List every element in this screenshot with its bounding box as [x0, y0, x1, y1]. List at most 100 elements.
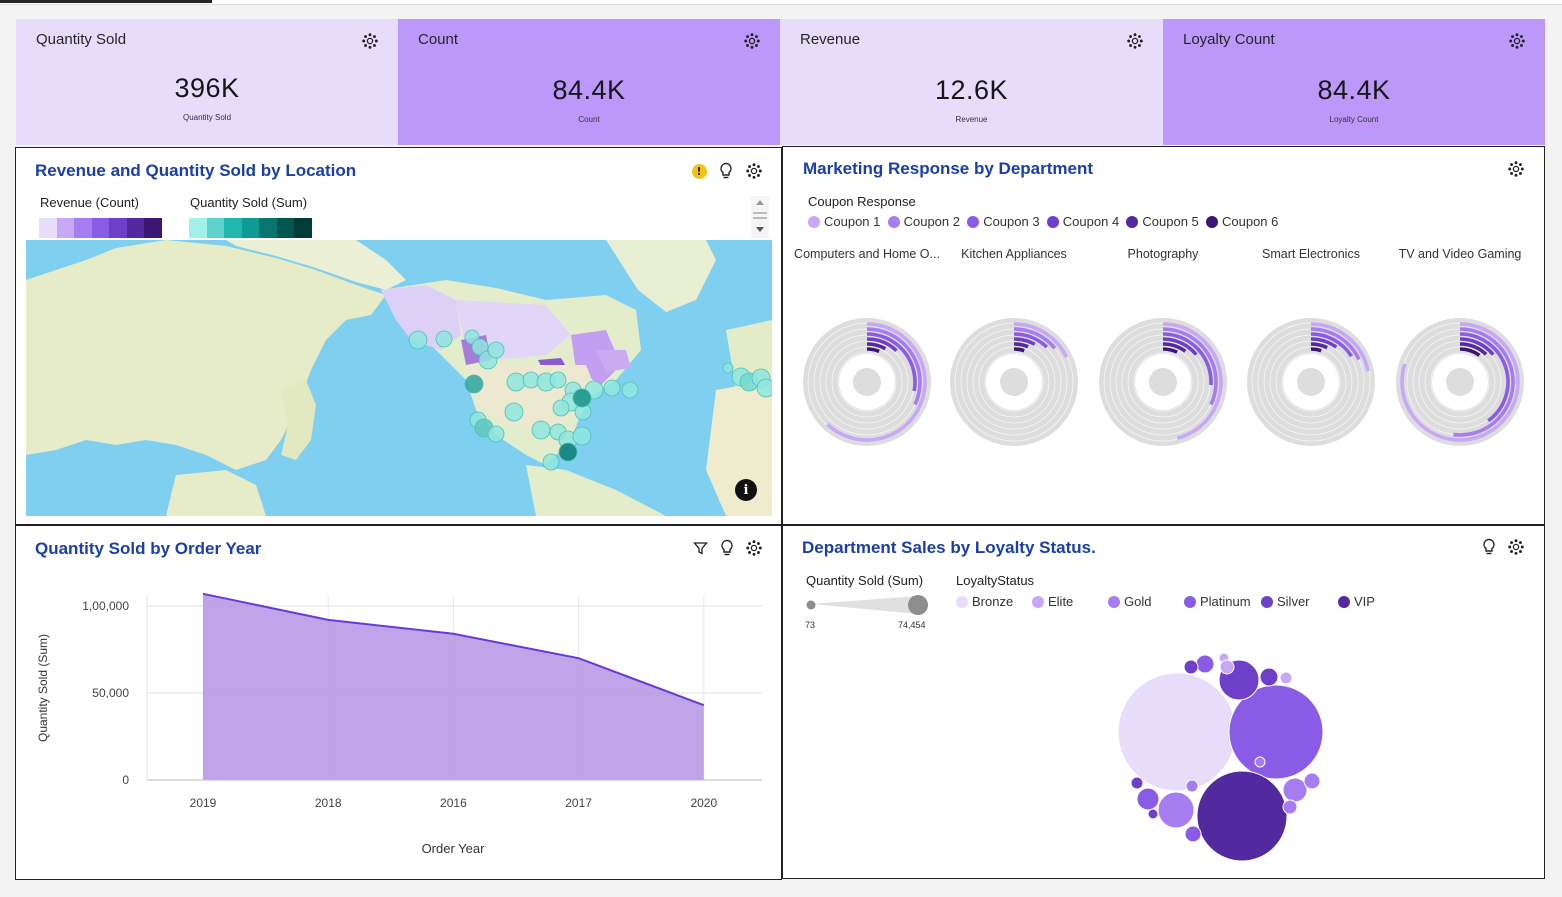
x-axis-title: Order Year	[422, 841, 486, 856]
coupon-legend-title: Coupon Response	[808, 194, 916, 209]
map-location-point[interactable]	[464, 374, 484, 394]
loyalty-legend-item[interactable]: Elite	[1032, 594, 1073, 609]
kpi-subtitle: Quantity Sold	[182, 113, 232, 122]
map-location-point[interactable]	[522, 371, 540, 389]
map-location-point[interactable]	[435, 330, 453, 348]
legend-scrollbar[interactable]	[751, 196, 769, 238]
filter-icon[interactable]	[690, 538, 710, 558]
lightbulb-icon[interactable]	[717, 538, 737, 558]
radial-chart[interactable]	[950, 318, 1078, 446]
bubble[interactable]	[1282, 799, 1298, 815]
top-tab-strip	[0, 0, 1562, 5]
gear-icon[interactable]	[744, 161, 764, 181]
info-icon[interactable]: i	[735, 479, 757, 501]
map-location-point[interactable]	[408, 330, 428, 350]
coupon-legend-item[interactable]: Coupon 2	[887, 214, 960, 229]
radial-chart[interactable]	[1099, 318, 1227, 446]
bubble[interactable]	[1195, 654, 1215, 674]
radial-chart[interactable]	[803, 318, 931, 446]
map-location-point[interactable]	[756, 378, 772, 398]
kpi-revenue[interactable]: Revenue 12.6K Revenue	[780, 19, 1163, 145]
size-legend-slider[interactable]	[806, 594, 930, 616]
gear-icon[interactable]	[1126, 32, 1144, 55]
map-location-point[interactable]	[552, 399, 570, 417]
coupon-legend-item[interactable]: Coupon 5	[1126, 214, 1199, 229]
loyalty-legend-item[interactable]: Silver	[1261, 594, 1310, 609]
bubble[interactable]	[1259, 667, 1279, 687]
legend-dot	[1032, 595, 1044, 608]
map-location-point[interactable]	[542, 453, 560, 471]
map-location-point[interactable]	[549, 371, 567, 389]
gear-icon[interactable]	[1506, 159, 1526, 179]
scroll-down-icon[interactable]	[756, 227, 764, 232]
bubble-chart[interactable]	[783, 644, 1544, 874]
legend-swatch	[189, 218, 207, 238]
bubble[interactable]	[1185, 779, 1199, 793]
map-location-point[interactable]	[621, 381, 639, 399]
panel-title: Revenue and Quantity Sold by Location	[35, 161, 357, 180]
kpi-loyalty-count[interactable]: Loyalty Count 84.4K Loyalty Count	[1163, 19, 1545, 145]
world-map[interactable]: i	[26, 240, 772, 516]
coupon-legend-item[interactable]: Coupon 4	[1046, 214, 1119, 229]
gear-icon[interactable]	[744, 538, 764, 558]
radial-chart[interactable]	[1396, 318, 1524, 446]
bubble[interactable]	[1183, 659, 1199, 675]
legend-swatch	[276, 218, 294, 238]
legend-label: Bronze	[972, 594, 1014, 609]
bubble[interactable]	[1157, 791, 1195, 829]
map-location-point[interactable]	[487, 425, 505, 443]
bubble[interactable]	[1147, 808, 1159, 820]
bubble[interactable]	[1196, 770, 1288, 862]
radial-bar[interactable]	[1013, 347, 1025, 353]
bubble[interactable]	[1254, 756, 1266, 768]
loyalty-legend-item[interactable]: Gold	[1108, 594, 1151, 609]
bubble[interactable]	[1130, 776, 1144, 790]
map-location-point[interactable]	[603, 379, 621, 397]
bubble[interactable]	[1117, 672, 1237, 792]
kpi-subtitle: Count	[578, 115, 600, 124]
bubble[interactable]	[1303, 772, 1321, 790]
lightbulb-icon[interactable]	[716, 161, 736, 181]
map-location-point[interactable]	[558, 442, 578, 462]
radial-chart[interactable]	[1247, 318, 1375, 446]
bubble[interactable]	[1219, 659, 1235, 675]
warning-icon[interactable]: !	[689, 161, 709, 181]
area-chart[interactable]: 0 50,000 1,00,000 2019 2018 2016 2017 2020 Order…	[16, 576, 781, 876]
coupon-legend-item[interactable]: Coupon 3	[967, 214, 1040, 229]
map-location-point[interactable]	[487, 341, 505, 359]
map-location-point[interactable]	[506, 372, 526, 392]
map-location-point[interactable]	[504, 402, 524, 422]
kpi-value: 12.6K	[934, 75, 1009, 105]
gear-icon[interactable]	[361, 32, 379, 55]
map-location-point[interactable]	[572, 388, 592, 408]
loyalty-legend-item[interactable]: Platinum	[1184, 594, 1251, 609]
gear-icon[interactable]	[1508, 32, 1526, 55]
bubble[interactable]	[1279, 671, 1293, 685]
active-tab-indicator[interactable]	[0, 0, 212, 3]
bubble[interactable]	[1282, 777, 1308, 803]
map-points-layer	[408, 329, 772, 471]
lightbulb-icon[interactable]	[1479, 537, 1499, 557]
marketing-panel: Marketing Response by Department Coupon …	[782, 146, 1545, 525]
gear-icon[interactable]	[743, 32, 761, 55]
quantity-legend-title: Quantity Sold (Sum)	[190, 195, 308, 210]
gear-icon[interactable]	[1506, 537, 1526, 557]
map-location-point[interactable]	[572, 426, 592, 446]
legend-label: Coupon 6	[1222, 214, 1279, 229]
legend-dot	[967, 215, 980, 228]
loyalty-legend-item[interactable]: VIP	[1338, 594, 1375, 609]
coupon-legend-item[interactable]: Coupon 6	[1206, 214, 1278, 229]
bubble[interactable]	[1136, 787, 1160, 811]
map-location-point[interactable]	[531, 420, 551, 440]
scroll-up-icon[interactable]	[756, 200, 764, 205]
map-location-point[interactable]	[722, 362, 734, 374]
coupon-legend-item[interactable]: Coupon 1	[808, 214, 880, 229]
radial-bar[interactable]	[1310, 347, 1322, 353]
legend-label: Elite	[1048, 594, 1074, 609]
legend-label: Silver	[1277, 594, 1310, 609]
loyalty-legend-item[interactable]: Bronze	[956, 594, 1013, 609]
x-tick-label: 2018	[315, 796, 342, 810]
kpi-count[interactable]: Count 84.4K Count	[398, 19, 780, 145]
bubble[interactable]	[1184, 825, 1202, 843]
kpi-quantity-sold[interactable]: Quantity Sold 396K Quantity Sold	[16, 19, 398, 145]
